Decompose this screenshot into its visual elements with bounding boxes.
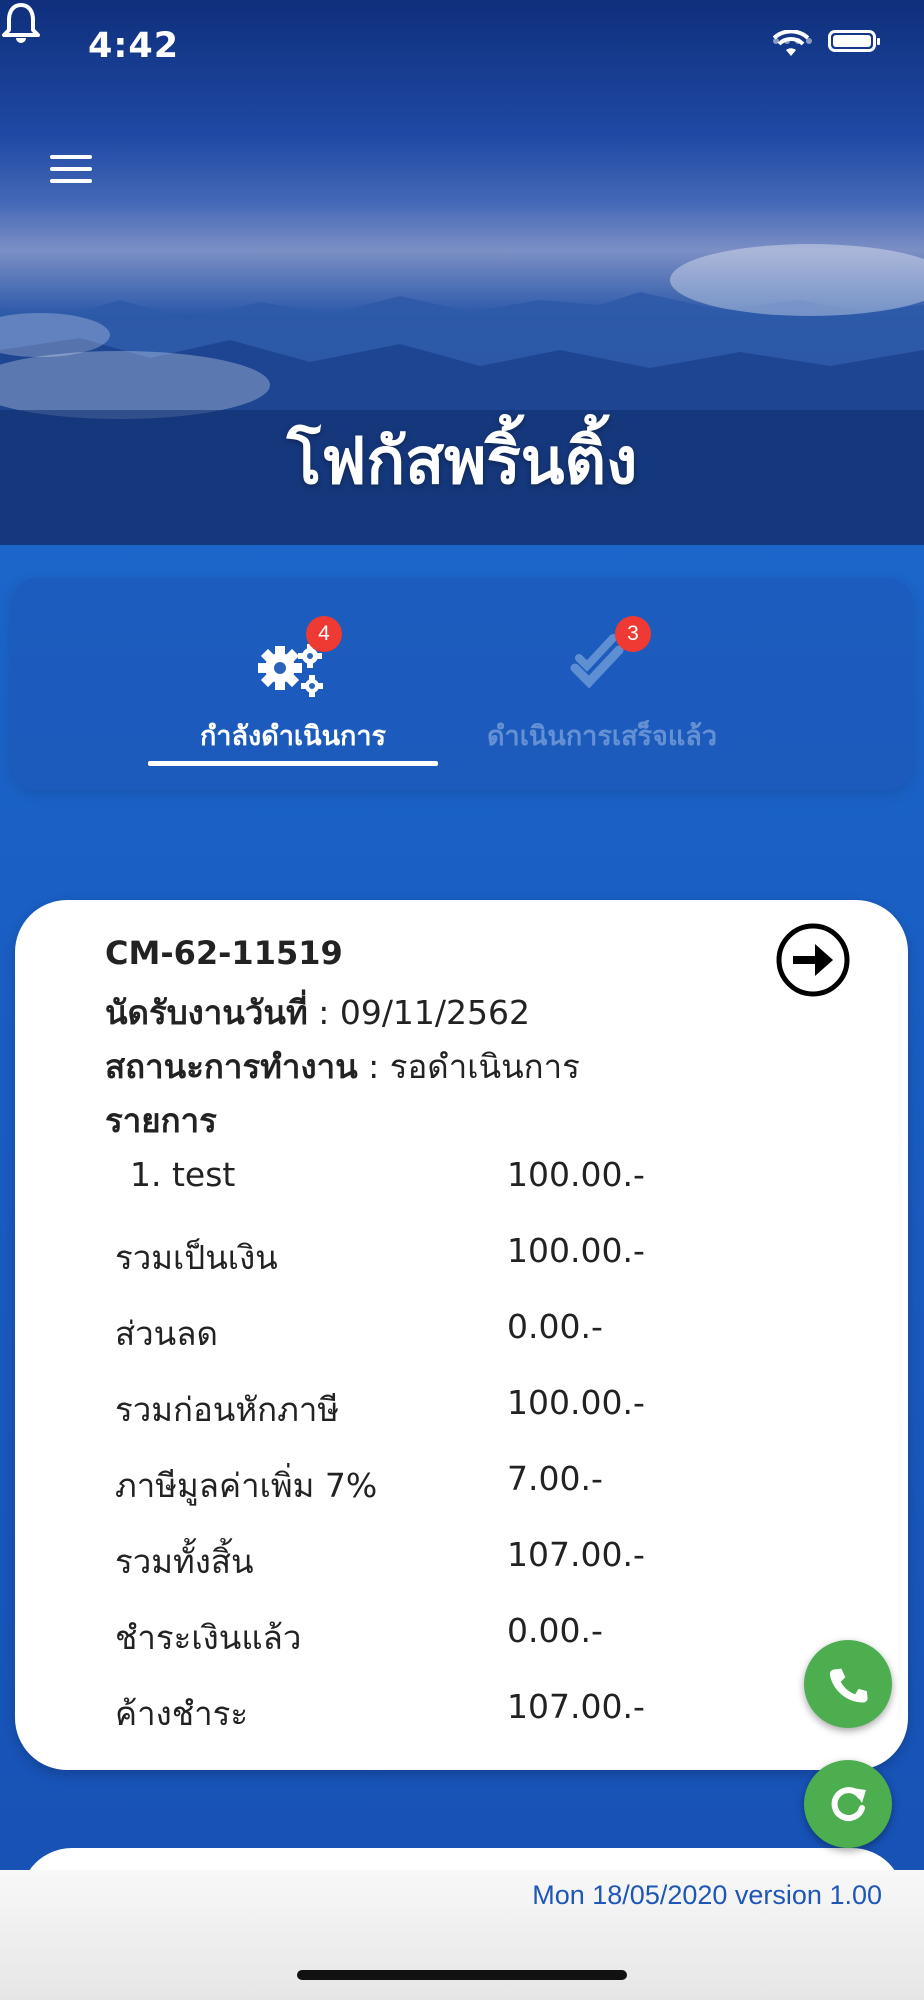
row-value: 100.00.- xyxy=(507,1155,645,1194)
phone-icon xyxy=(829,1668,868,1703)
row-value: 7.00.- xyxy=(507,1459,603,1498)
row-value: 107.00.- xyxy=(507,1687,645,1726)
row-value: 107.00.- xyxy=(507,1535,645,1574)
tab-completed-label: ดำเนินการเสร็จแล้ว xyxy=(487,721,717,752)
status-line: สถานะการทำงาน : รอดำเนินการ xyxy=(105,1040,580,1093)
work-status-label: สถานะการทำงาน xyxy=(105,1047,358,1086)
appointment-value: : 09/11/2562 xyxy=(318,993,531,1032)
hamburger-menu-icon[interactable] xyxy=(50,155,92,187)
tab-in-progress[interactable]: 4 กำลังดำเนินการ xyxy=(148,578,438,790)
arrow-right-circle-icon[interactable] xyxy=(775,922,851,998)
row-label: ส่วนลด xyxy=(115,1314,218,1353)
row-label: รวมทั้งสิ้น xyxy=(115,1542,254,1581)
row-label: รวมก่อนหักภาษี xyxy=(115,1390,340,1429)
job-card[interactable]: CM-62-11519 นัดรับงานวันที่ : 09/11/2562… xyxy=(15,900,908,1770)
shop-title: โฟกัสพริ้นติ้ง xyxy=(286,425,638,499)
refresh-icon xyxy=(831,1787,866,1822)
wifi-icon xyxy=(773,30,809,56)
items-header: รายการ xyxy=(105,1101,217,1140)
in-progress-badge: 4 xyxy=(306,616,342,652)
tab-in-progress-label: กำลังดำเนินการ xyxy=(199,721,387,752)
row-value: 0.00.- xyxy=(507,1307,603,1346)
row-label: ค้างชำระ xyxy=(115,1694,249,1733)
gears-icon: 4 xyxy=(248,616,342,704)
row-label: 1. test xyxy=(130,1155,236,1194)
footer-date-version: Mon 18/05/2020 version 1.00 xyxy=(532,1880,882,1910)
completed-badge: 3 xyxy=(615,616,651,652)
call-button[interactable] xyxy=(804,1640,892,1728)
row-value: 100.00.- xyxy=(507,1231,645,1270)
row-value: 0.00.- xyxy=(507,1611,603,1650)
appointment-label: นัดรับงานวันที่ xyxy=(105,993,308,1032)
row-label: รวมเป็นเงิน xyxy=(115,1238,278,1277)
battery-icon xyxy=(828,30,880,52)
refresh-button[interactable] xyxy=(804,1760,892,1848)
row-label: ภาษีมูลค่าเพิ่ม 7% xyxy=(115,1466,378,1505)
home-indicator xyxy=(297,1970,627,1980)
active-tab-indicator xyxy=(148,761,438,766)
tab-bar: 4 กำลังดำเนินการ 3 ดำเนินการเสร็จแล้ว xyxy=(11,578,913,790)
work-status-value: : รอดำเนินการ xyxy=(368,1047,580,1086)
row-label: ชำระเงินแล้ว xyxy=(115,1618,302,1657)
job-id: CM-62-11519 xyxy=(105,934,343,972)
double-check-icon: 3 xyxy=(557,616,651,704)
header-hero: 4:42 โฟกัสพริ้นติ้ง xyxy=(0,0,924,545)
bell-icon[interactable] xyxy=(0,0,42,46)
tab-completed[interactable]: 3 ดำเนินการเสร็จแล้ว xyxy=(452,578,752,790)
row-value: 100.00.- xyxy=(507,1383,645,1422)
status-time: 4:42 xyxy=(88,26,180,66)
appointment-line: นัดรับงานวันที่ : 09/11/2562 xyxy=(105,986,530,1039)
status-indicators xyxy=(773,30,880,56)
